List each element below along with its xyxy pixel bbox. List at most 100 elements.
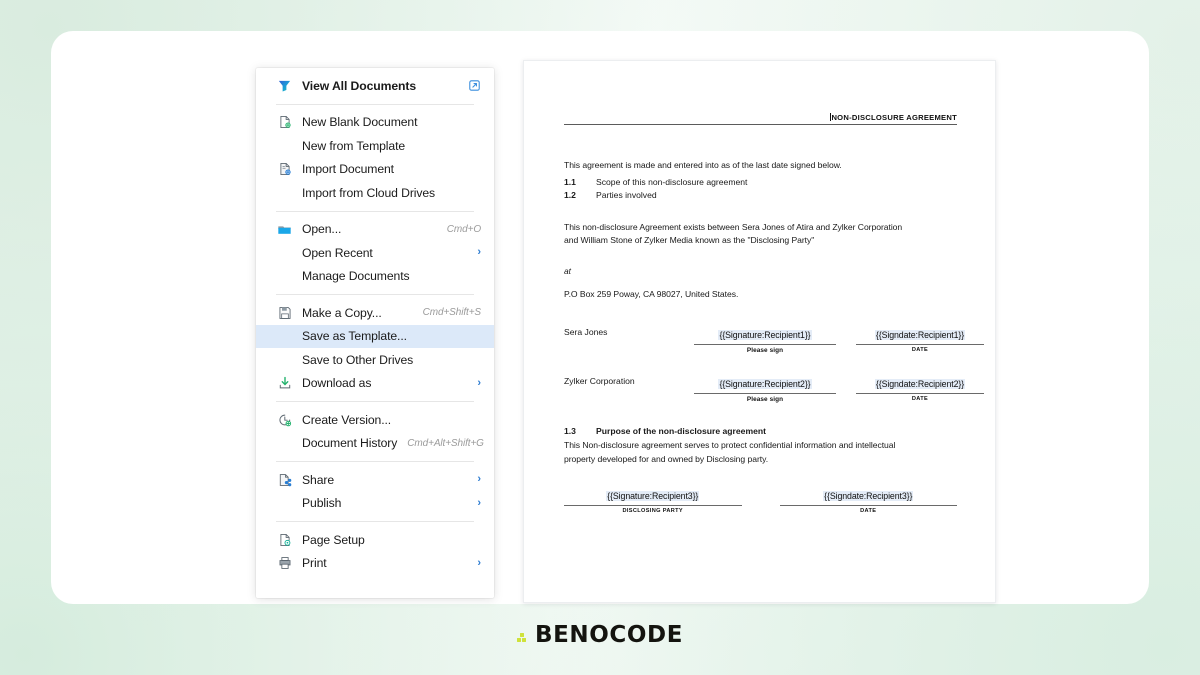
benocode-logo: BENOCODE (0, 622, 1200, 648)
page-setup-icon (276, 531, 293, 548)
menu-item-new-from-template[interactable]: New from Template (256, 134, 494, 158)
writer-logo-icon (276, 77, 293, 94)
menu-item-label: Manage Documents (302, 269, 410, 284)
menu-item-label: Create Version... (302, 412, 392, 427)
menu-item-publish[interactable]: Publish › (256, 492, 494, 516)
signdate-line: {{Signdate:Recipient2}} (856, 374, 984, 395)
menu-item-save-as-template[interactable]: Save as Template... (256, 324, 494, 348)
signature-token[interactable]: {{Signature:Recipient3}} (606, 491, 700, 502)
printer-icon (276, 555, 293, 572)
menu-item-document-history[interactable]: Document History Cmd+Alt+Shift+G (256, 432, 494, 456)
external-link-icon[interactable] (468, 79, 481, 92)
chevron-right-icon: › (477, 246, 481, 259)
signature-token[interactable]: {{Signature:Recipient1}} (718, 330, 812, 341)
folder-open-icon (276, 221, 293, 238)
menu-item-label: Document History (302, 436, 398, 451)
document-page[interactable]: NON-DISCLOSURE AGREEMENT This agreement … (523, 60, 996, 603)
document-header-text: NON-DISCLOSURE AGREEMENT (831, 113, 957, 122)
signer-name: Sera Jones (564, 327, 608, 338)
menu-item-open[interactable]: Open... Cmd+O (256, 218, 494, 242)
file-dropdown-menu[interactable]: View All Documents New Blank Document Ne… (256, 68, 494, 598)
menu-item-label: View All Documents (302, 78, 417, 93)
signature-caption: Please sign (746, 347, 784, 355)
signature-field-block[interactable]: {{Signature:Recipient2}} Please sign (694, 374, 836, 403)
menu-item-view-all-documents[interactable]: View All Documents (256, 74, 494, 98)
signer-name: Zylker Corporation (564, 376, 635, 387)
purpose-body: This Non-disclosure agreement serves to … (564, 440, 896, 464)
signdate-line: {{Signdate:Recipient1}} (856, 325, 984, 346)
document-header: NON-DISCLOSURE AGREEMENT (564, 113, 957, 125)
bottom-signature-row: {{Signature:Recipient3}} DISCLOSING PART… (564, 486, 957, 514)
benocode-dots-icon (516, 627, 531, 643)
save-floppy-icon (276, 304, 293, 321)
signature-row: Sera Jones {{Signature:Recipient1}} Plea… (564, 325, 984, 354)
menu-item-import-from-cloud-drives[interactable]: Import from Cloud Drives (256, 181, 494, 205)
signdate-field-block[interactable]: {{Signdate:Recipient1}} DATE (856, 325, 984, 353)
import-document-icon (276, 161, 293, 178)
menu-separator (276, 210, 474, 212)
menu-item-label: Make a Copy... (302, 305, 382, 320)
menu-item-shortcut: Cmd+Alt+Shift+G (407, 437, 484, 449)
menu-item-import-document[interactable]: Import Document (256, 158, 494, 182)
clause-number: 1.1 (564, 176, 576, 187)
signature-line: {{Signature:Recipient1}} (694, 325, 836, 346)
menu-separator (276, 521, 474, 522)
menu-item-label: Print (302, 556, 327, 571)
menu-item-shortcut: Cmd+Shift+S (422, 307, 481, 319)
signature-line: {{Signature:Recipient2}} (694, 374, 836, 395)
chevron-right-icon: › (477, 556, 481, 569)
menu-item-label: Publish (302, 496, 342, 511)
clause-number: 1.3 (564, 426, 576, 437)
disclosing-party-date-block[interactable]: {{Signdate:Recipient3}} DATE (779, 486, 957, 515)
signdate-line: {{Signdate:Recipient3}} (779, 486, 957, 507)
menu-item-shortcut: Cmd+O (446, 223, 481, 235)
clause-text: Purpose of the non-disclosure agreement (596, 426, 766, 437)
menu-item-page-setup[interactable]: Page Setup (256, 528, 494, 552)
menu-item-label: Open Recent (302, 245, 373, 260)
menu-item-new-blank-document[interactable]: New Blank Document (256, 111, 494, 135)
chevron-right-icon: › (477, 473, 481, 486)
signdate-caption: DATE (911, 396, 929, 403)
menu-item-label: Page Setup (302, 532, 365, 547)
clause-1-1: 1.1 Scope of this non-disclosure agreeme… (564, 176, 957, 190)
clause-number: 1.2 (564, 190, 576, 201)
signature-field-block[interactable]: {{Signature:Recipient1}} Please sign (694, 325, 836, 354)
signature-row: Zylker Corporation {{Signature:Recipient… (564, 374, 984, 403)
menu-item-create-version[interactable]: Create Version... (256, 408, 494, 432)
menu-item-label: New from Template (302, 138, 406, 153)
signature-caption: Please sign (746, 396, 784, 404)
share-document-icon (276, 471, 293, 488)
menu-separator (276, 103, 474, 105)
signature-token[interactable]: {{Signature:Recipient2}} (718, 379, 812, 390)
signdate-token[interactable]: {{Signdate:Recipient2}} (874, 379, 966, 390)
signdate-caption: DATE (860, 508, 877, 515)
disclosing-party-signature-block[interactable]: {{Signature:Recipient3}} DISCLOSING PART… (564, 486, 742, 514)
document-body: NON-DISCLOSURE AGREEMENT This agreement … (564, 113, 984, 514)
menu-item-open-recent[interactable]: Open Recent › (256, 241, 494, 265)
menu-item-download-as[interactable]: Download as › (256, 372, 494, 396)
chevron-right-icon: › (477, 376, 481, 389)
signdate-token[interactable]: {{Signdate:Recipient3}} (823, 491, 914, 502)
menu-item-print[interactable]: Print › (256, 552, 494, 576)
menu-item-manage-documents[interactable]: Manage Documents (256, 265, 494, 289)
menu-item-label: Download as (302, 376, 372, 391)
signdate-token[interactable]: {{Signdate:Recipient1}} (874, 330, 966, 341)
menu-item-make-a-copy[interactable]: Make a Copy... Cmd+Shift+S (256, 301, 494, 325)
signdate-field-block[interactable]: {{Signdate:Recipient2}} DATE (856, 374, 984, 402)
clause-1-3: 1.3 Purpose of the non-disclosure agreem… (564, 425, 957, 439)
menu-item-share[interactable]: Share › (256, 468, 494, 492)
parties-paragraph: This non-disclosure Agreement exists bet… (564, 221, 903, 246)
menu-separator (276, 294, 474, 295)
menu-item-label: Import Document (302, 162, 394, 177)
signature-caption: DISCLOSING PARTY (622, 508, 683, 515)
at-label: at (564, 265, 571, 276)
menu-item-label: Open... (302, 222, 342, 237)
signdate-caption: DATE (911, 347, 929, 354)
menu-separator (276, 461, 474, 462)
download-icon (276, 375, 293, 392)
new-document-icon (276, 114, 293, 131)
menu-item-save-to-other-drives[interactable]: Save to Other Drives (256, 348, 494, 372)
chevron-right-icon: › (477, 496, 481, 509)
menu-separator (276, 401, 474, 402)
benocode-wordmark: BENOCODE (534, 622, 684, 648)
